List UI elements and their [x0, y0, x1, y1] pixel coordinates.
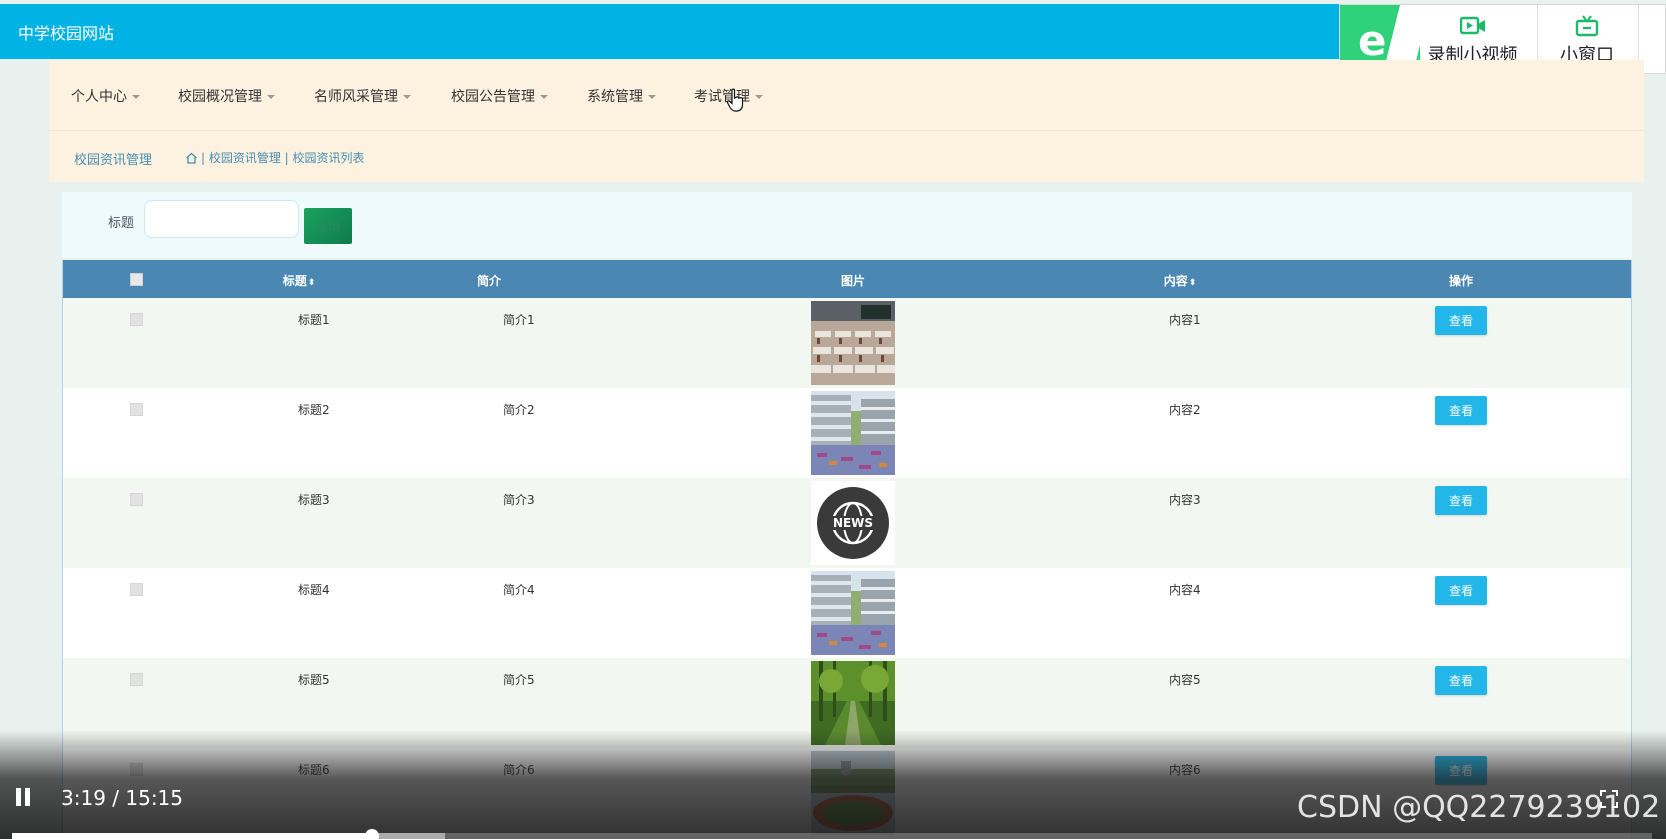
pause-icon[interactable]: [16, 788, 34, 806]
caret-down-icon: [648, 95, 656, 99]
svg-text:e: e: [1358, 17, 1387, 63]
column-header-title[interactable]: 标题⬍: [283, 272, 316, 289]
sports-field-photo: [811, 751, 895, 835]
row-title: 标题5: [298, 673, 330, 687]
caret-down-icon: [403, 95, 411, 99]
hand-cursor-icon: [726, 88, 744, 112]
row-intro: 简介6: [503, 763, 535, 777]
news-globe-icon: NEWS: [811, 481, 895, 565]
row-checkbox[interactable]: [130, 673, 143, 686]
played-bar: [12, 833, 373, 839]
row-checkbox[interactable]: [130, 313, 143, 326]
video-time: 3:19 / 15:15: [61, 786, 184, 810]
video-record-icon: [1459, 16, 1485, 35]
row-title: 标题4: [298, 583, 330, 597]
campus-building-photo: [811, 391, 895, 475]
row-content: 内容3: [1169, 493, 1201, 507]
column-header-image: 图片: [840, 274, 866, 288]
row-title: 标题2: [298, 403, 330, 417]
page: 中学校园网站 e 录制小视频 小窗口 个人中心 校园概况管理 名师风采管理 校园…: [0, 0, 1666, 839]
sort-icon: ⬍: [307, 278, 316, 288]
campus-building-photo: [811, 571, 895, 655]
nav-item-teachers[interactable]: 名师风采管理: [314, 86, 411, 106]
row-title: 标题3: [298, 493, 330, 507]
table-header: 标题⬍ 简介 图片 内容⬍ 操作: [63, 260, 1631, 298]
table-row: 标题4 简介4 内容4 查看: [63, 568, 1631, 658]
tv-icon: [1575, 15, 1599, 37]
select-all-checkbox[interactable]: [130, 273, 143, 286]
video-progress-bar[interactable]: [12, 829, 1652, 839]
search-button[interactable]: 查询: [304, 208, 352, 244]
view-button[interactable]: 查看: [1435, 306, 1487, 335]
row-checkbox[interactable]: [130, 493, 143, 506]
nav-item-announcements[interactable]: 校园公告管理: [451, 86, 548, 106]
search-panel: 标题 查询: [62, 192, 1632, 258]
row-checkbox[interactable]: [130, 763, 143, 776]
classroom-photo: [811, 301, 895, 385]
row-intro: 简介5: [503, 673, 535, 687]
breadcrumb: | 校园资讯管理 | 校园资讯列表: [185, 149, 365, 166]
caret-down-icon: [540, 95, 548, 99]
table-row: 标题2 简介2 内容2 查看: [63, 388, 1631, 478]
progress-handle[interactable]: [365, 829, 380, 839]
column-header-intro: 简介: [476, 274, 502, 288]
row-content: 内容4: [1169, 583, 1201, 597]
nav-item-system[interactable]: 系统管理: [587, 86, 656, 106]
table-row: 标题3 简介3 NEWS 内容3 查看: [63, 478, 1631, 568]
view-button[interactable]: 查看: [1435, 576, 1487, 605]
svg-text:NEWS: NEWS: [833, 516, 873, 530]
row-intro: 简介2: [503, 403, 535, 417]
row-intro: 简介1: [503, 313, 535, 327]
sort-icon: ⬍: [1188, 278, 1197, 288]
home-icon[interactable]: [185, 152, 198, 164]
row-content: 内容2: [1169, 403, 1201, 417]
row-content: 内容1: [1169, 313, 1201, 327]
tree-path-photo: [811, 661, 895, 745]
breadcrumb-bar: 校园资讯管理 | 校园资讯管理 | 校园资讯列表: [49, 130, 1644, 182]
view-button[interactable]: 查看: [1435, 486, 1487, 515]
news-table: 标题⬍ 简介 图片 内容⬍ 操作 标题1 简介1 内容1 查看 标题2 简介2 …: [62, 260, 1632, 839]
row-content: 内容5: [1169, 673, 1201, 687]
column-header-actions: 操作: [1448, 274, 1474, 288]
site-title: 中学校园网站: [18, 24, 115, 43]
row-content: 内容6: [1169, 763, 1201, 777]
row-checkbox[interactable]: [130, 583, 143, 596]
view-button[interactable]: 查看: [1435, 666, 1487, 695]
column-header-content[interactable]: 内容⬍: [1164, 272, 1197, 289]
caret-down-icon: [755, 95, 763, 99]
view-button[interactable]: 查看: [1435, 396, 1487, 425]
section-title: 校园资讯管理: [74, 153, 153, 168]
row-intro: 简介3: [503, 493, 535, 507]
table-row: 标题1 简介1 内容1 查看: [63, 298, 1631, 388]
row-title: 标题1: [298, 313, 330, 327]
nav-item-campus-overview[interactable]: 校园概况管理: [178, 86, 275, 106]
row-title: 标题6: [298, 763, 330, 777]
main-nav: 个人中心 校园概况管理 名师风采管理 校园公告管理 系统管理 考试管理: [49, 60, 1644, 130]
caret-down-icon: [132, 95, 140, 99]
caret-down-icon: [267, 95, 275, 99]
view-button[interactable]: 查看: [1435, 756, 1487, 785]
search-title-label: 标题: [108, 216, 135, 231]
search-title-input[interactable]: [144, 200, 299, 238]
table-row: 标题5 简介5 内容5 查看: [63, 658, 1631, 748]
breadcrumb-path: | 校园资讯管理 | 校园资讯列表: [201, 151, 365, 165]
nav-item-personal-center[interactable]: 个人中心: [71, 86, 140, 106]
row-intro: 简介4: [503, 583, 535, 597]
fullscreen-icon[interactable]: [1600, 790, 1618, 808]
row-checkbox[interactable]: [130, 403, 143, 416]
